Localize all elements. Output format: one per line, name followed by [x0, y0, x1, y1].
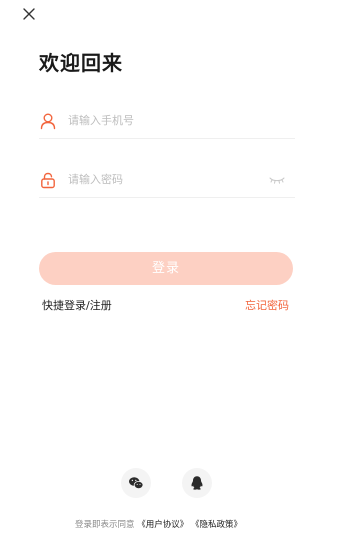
quick-register-link[interactable]: 快捷登录/注册	[42, 297, 112, 313]
user-agreement-link[interactable]: 《用户协议》	[137, 520, 188, 530]
wechat-icon	[129, 477, 144, 489]
close-button[interactable]	[20, 5, 38, 23]
phone-input[interactable]	[68, 114, 258, 127]
login-button[interactable]: 登录	[39, 252, 293, 285]
lock-icon	[41, 172, 55, 189]
user-icon	[40, 113, 56, 130]
password-input[interactable]	[68, 173, 258, 186]
qq-login-button[interactable]	[182, 468, 212, 498]
forgot-password-link[interactable]: 忘记密码	[245, 297, 289, 313]
privacy-policy-link[interactable]: 《隐私政策》	[191, 520, 242, 530]
agreement-text: 登录即表示同意 《用户协议》 《隐私政策》	[75, 518, 242, 530]
close-icon	[23, 8, 35, 20]
page-title: 欢迎回来	[39, 51, 123, 75]
qq-icon	[191, 476, 203, 490]
agreement-prefix: 登录即表示同意	[75, 520, 135, 530]
eye-closed-icon[interactable]	[269, 175, 285, 185]
wechat-login-button[interactable]	[121, 468, 151, 498]
phone-field	[39, 108, 295, 139]
password-field	[39, 167, 295, 198]
